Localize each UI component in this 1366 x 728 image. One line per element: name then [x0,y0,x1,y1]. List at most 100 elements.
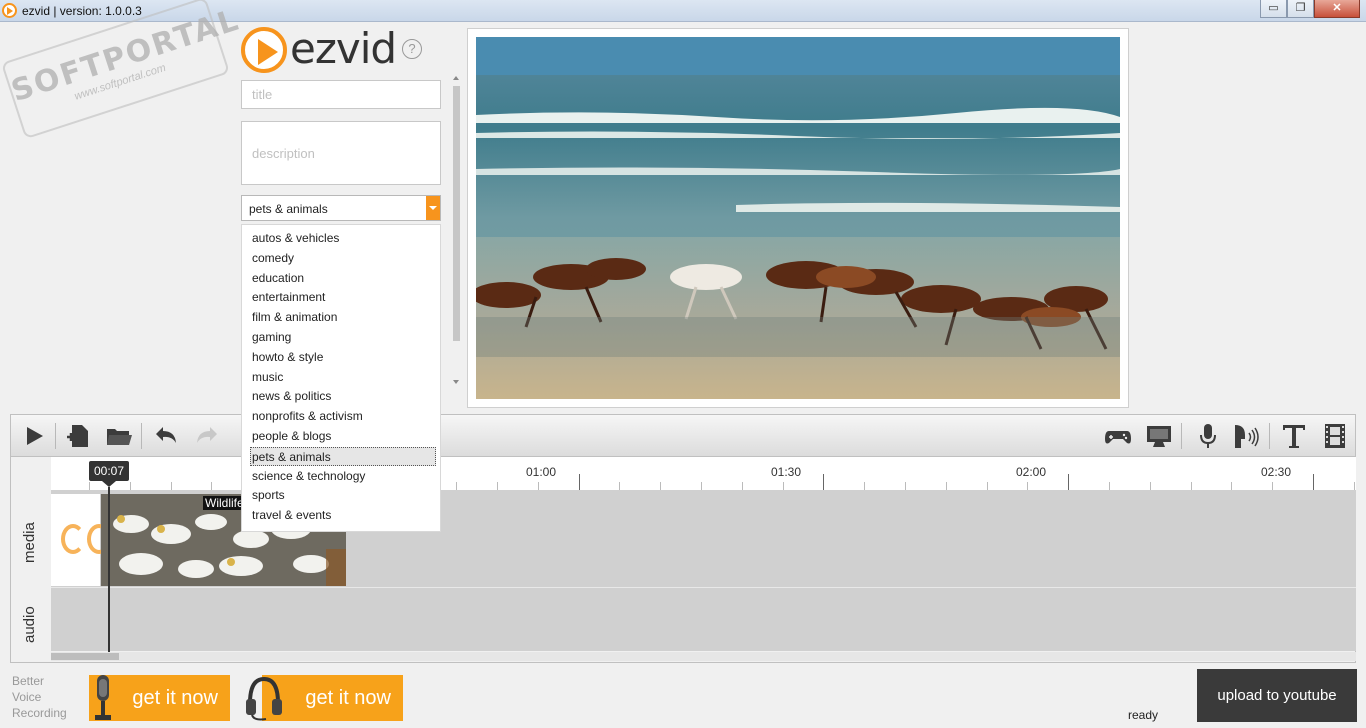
ruler-tick [782,482,784,490]
category-option[interactable]: howto & style [251,348,437,367]
screen-capture-icon[interactable] [1144,421,1174,451]
timeline-panel: 01:00 01:30 02:00 02:30 media audio Wild… [10,457,1356,663]
ruler-tick [170,482,172,490]
undo-icon[interactable] [151,421,181,451]
ruler-major-tick [1068,474,1070,490]
ruler-tick [1353,482,1355,490]
restore-button[interactable]: ❐ [1287,0,1314,18]
ruler-tick [1272,482,1274,490]
promo-text-line: Better [12,674,45,688]
category-option[interactable]: film & animation [251,308,437,327]
scroll-down-arrow-icon[interactable] [453,380,459,384]
category-option[interactable]: comedy [251,249,437,268]
timeline-scroll-thumb[interactable] [51,653,119,660]
get-it-now-label: get it now [305,687,391,709]
promo-text-line: Voice [12,690,42,704]
category-option[interactable]: entertainment [251,288,437,307]
category-option[interactable]: gaming [251,328,437,347]
category-selected-value: pets & animals [249,202,328,216]
ruler-tick [129,482,131,490]
ruler-tick [497,482,498,490]
ruler-tick [905,482,906,490]
redo-icon[interactable] [192,421,222,451]
ruler-major-tick [823,474,825,490]
ruler-tick [1231,482,1233,490]
promo-text: Better Voice Recording [12,673,67,721]
get-it-now-label: get it now [132,687,218,709]
time-label: 02:30 [1261,465,1292,479]
ruler-tick [211,482,213,490]
promo-text-line: Recording [12,706,67,720]
ruler-tick [945,482,947,490]
ruler-tick [1190,482,1192,490]
help-icon[interactable]: ? [402,39,422,59]
ruler-tick [660,482,662,490]
video-preview[interactable] [467,28,1129,408]
ruler-tick [456,482,458,490]
play-icon[interactable] [19,421,49,451]
close-button[interactable]: ✕ [1314,0,1360,18]
game-controller-icon[interactable] [1103,421,1133,451]
audio-track[interactable] [51,587,1356,651]
category-option[interactable]: science & technology [251,467,437,486]
time-label: 02:00 [1016,465,1047,479]
preview-image-horses-beach [476,37,1120,399]
title-input[interactable] [241,80,441,109]
ruler-major-tick [578,474,580,490]
ruler-tick [741,482,743,490]
category-option[interactable]: sports [251,486,437,505]
category-option[interactable]: news & politics [251,387,437,406]
status-text: ready [1128,708,1159,722]
studio-microphone-icon [95,675,111,720]
clip-title: Wildlife [203,496,246,510]
category-option[interactable]: pets & animals [250,446,436,466]
category-option[interactable]: education [251,269,437,288]
ruler-tick [1149,482,1151,490]
microphone-icon[interactable] [1193,421,1223,451]
ruler-tick [537,482,539,490]
window-title: ezvid | version: 1.0.0.3 [22,4,142,18]
time-label: 01:30 [771,465,802,479]
ruler-tick [1109,482,1110,490]
scroll-up-arrow-icon[interactable] [453,76,459,80]
playhead-line[interactable] [108,487,110,652]
film-strip-icon[interactable] [1320,421,1350,451]
ezvid-logo-icon [241,27,287,73]
text-icon[interactable] [1279,421,1309,451]
ruler-tick [701,482,702,490]
category-option[interactable]: music [251,368,437,387]
ruler-tick [986,482,988,490]
voice-synthesis-icon[interactable] [1231,421,1261,451]
media-track-label: media [21,522,38,563]
description-input[interactable] [241,121,441,185]
ezvid-app-icon [2,3,17,18]
scroll-thumb[interactable] [453,86,460,341]
category-option[interactable]: people & blogs [251,427,437,446]
audio-track-label: audio [21,606,38,643]
form-scrollbar[interactable] [450,76,462,384]
upload-to-youtube-button[interactable]: upload to youtube [1197,669,1357,722]
intro-clip[interactable] [51,494,111,586]
headset-icon [246,676,282,721]
category-option[interactable]: nonprofits & activism [251,407,437,426]
get-it-now-button-headset[interactable]: get it now [246,675,403,721]
ezvid-logo-text: ezvid [290,24,397,73]
category-option[interactable]: autos & vehicles [251,229,437,248]
category-option[interactable]: travel & events [251,506,437,525]
ruler-tick [864,482,866,490]
ruler-tick [1027,482,1029,490]
open-folder-icon[interactable] [104,421,134,451]
ruler-major-tick [1313,474,1314,490]
chevron-down-icon[interactable] [426,196,440,220]
playhead-time[interactable]: 00:07 [89,461,129,481]
timeline-scrollbar[interactable] [51,652,1356,661]
category-dropdown-list: autos & vehicles comedy education entertain… [241,224,441,532]
new-project-icon[interactable] [63,421,93,451]
ruler-tick [619,482,621,490]
time-label: 01:00 [526,465,557,479]
ruler-tick [89,482,90,490]
editor-toolbar [10,414,1356,457]
category-select[interactable]: pets & animals [241,195,441,221]
get-it-now-button-microphone[interactable]: get it now [89,675,230,721]
minimize-button[interactable]: ▭ [1260,0,1287,18]
